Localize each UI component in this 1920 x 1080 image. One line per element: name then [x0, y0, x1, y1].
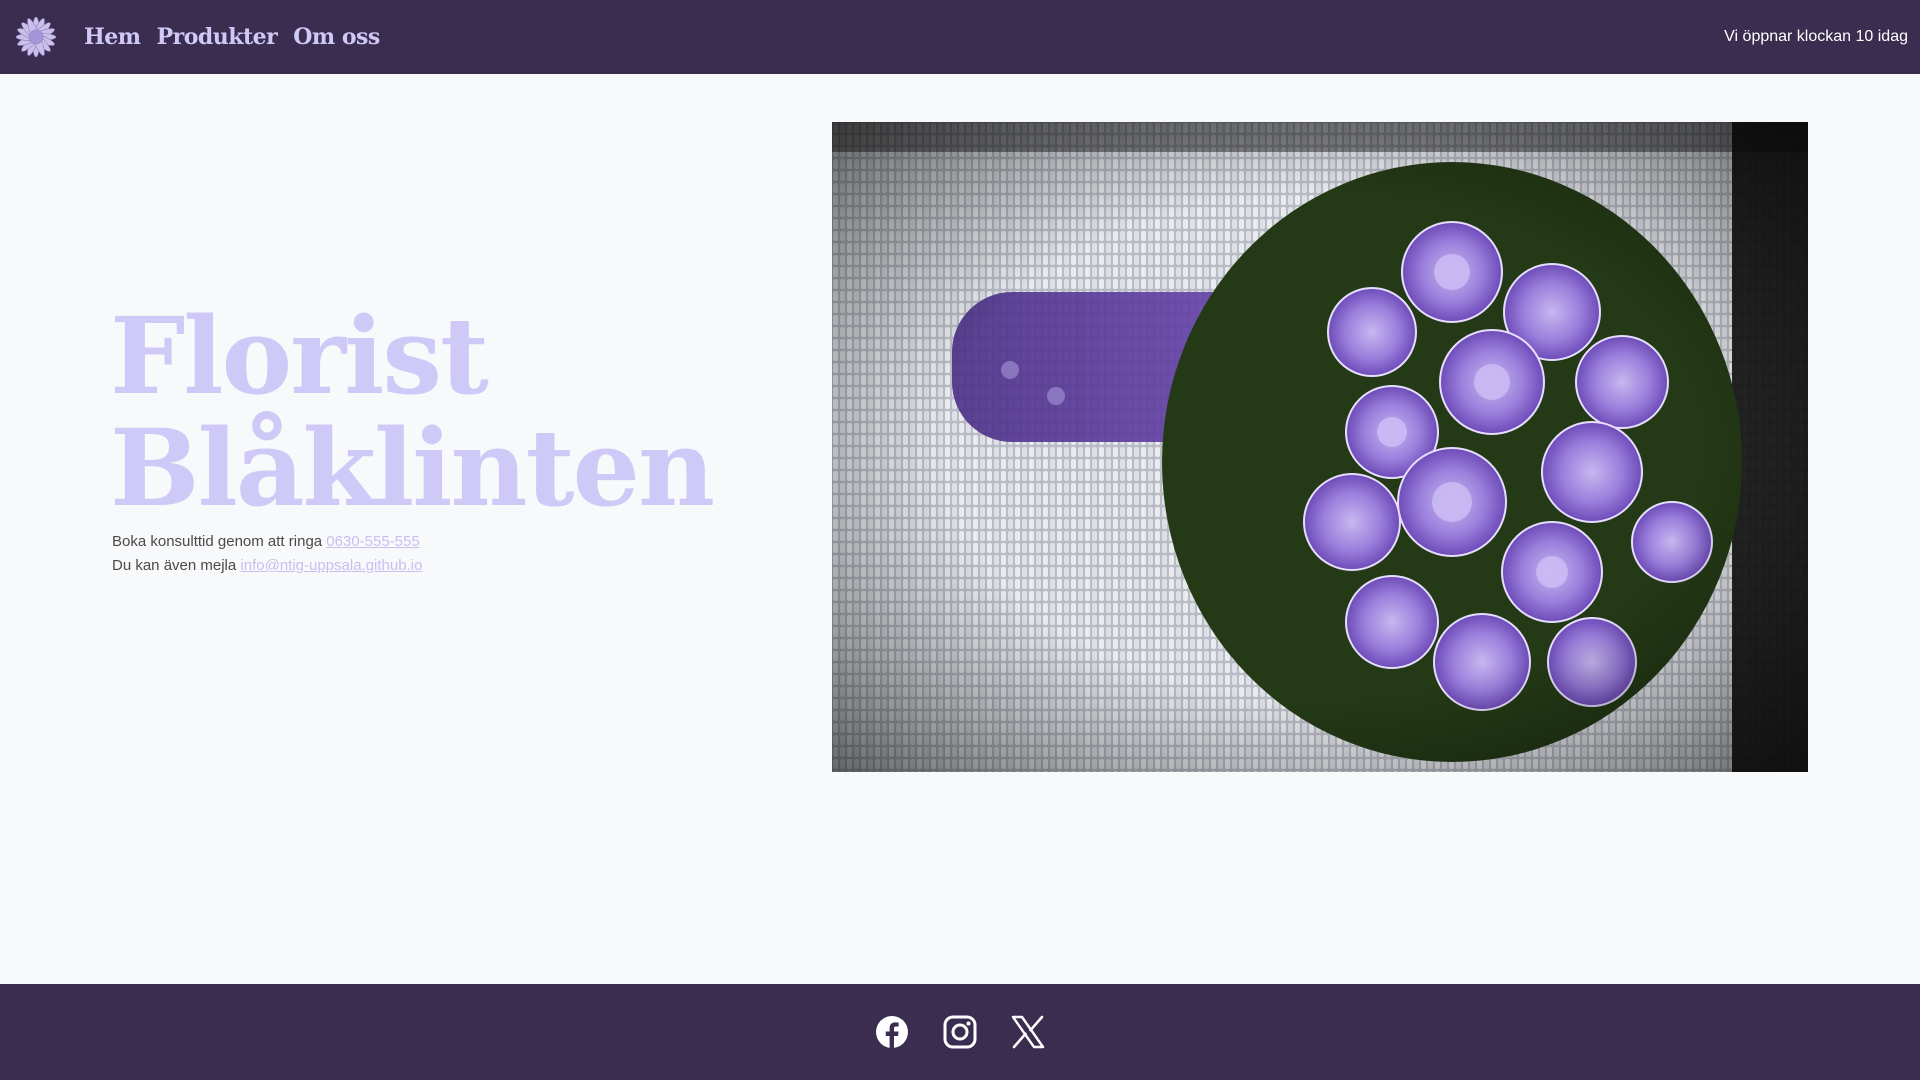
main-nav: Hem Produkter Om oss	[84, 0, 380, 74]
nav-om-oss-link[interactable]: Om oss	[293, 24, 380, 50]
opening-hours-note: Vi öppnar klockan 10 idag	[1724, 28, 1908, 45]
x-twitter-icon[interactable]	[1011, 1015, 1045, 1049]
contact-phone-line: Boka konsulttid genom att ringa 0630-555…	[112, 530, 422, 554]
contact-info: Boka konsulttid genom att ringa 0630-555…	[112, 530, 422, 578]
facebook-icon[interactable]	[875, 1015, 909, 1049]
hero-title: Florist Blåklinten	[110, 293, 715, 530]
contact-email-line: Du kan även mejla info@ntig-uppsala.gith…	[112, 554, 422, 578]
site-header: Hem Produkter Om oss Vi öppnar klockan 1…	[0, 0, 1920, 74]
contact-mail-text: Du kan även mejla	[112, 557, 237, 574]
nav-hem-link[interactable]: Hem	[84, 24, 141, 50]
phone-link[interactable]: 0630-555-555	[326, 533, 419, 550]
hero-title-line1: Florist	[110, 293, 489, 418]
contact-call-text: Boka konsulttid genom att ringa	[112, 533, 323, 550]
site-footer	[0, 984, 1920, 1080]
hero-title-line2: Blåklinten	[110, 405, 715, 530]
social-links	[0, 984, 1920, 1080]
lilac-bouquet-photo	[832, 122, 1808, 772]
email-link[interactable]: info@ntig-uppsala.github.io	[240, 557, 422, 574]
instagram-icon[interactable]	[943, 1015, 977, 1049]
nav-produkter-link[interactable]: Produkter	[157, 24, 278, 50]
flower-logo-icon[interactable]	[12, 13, 60, 61]
